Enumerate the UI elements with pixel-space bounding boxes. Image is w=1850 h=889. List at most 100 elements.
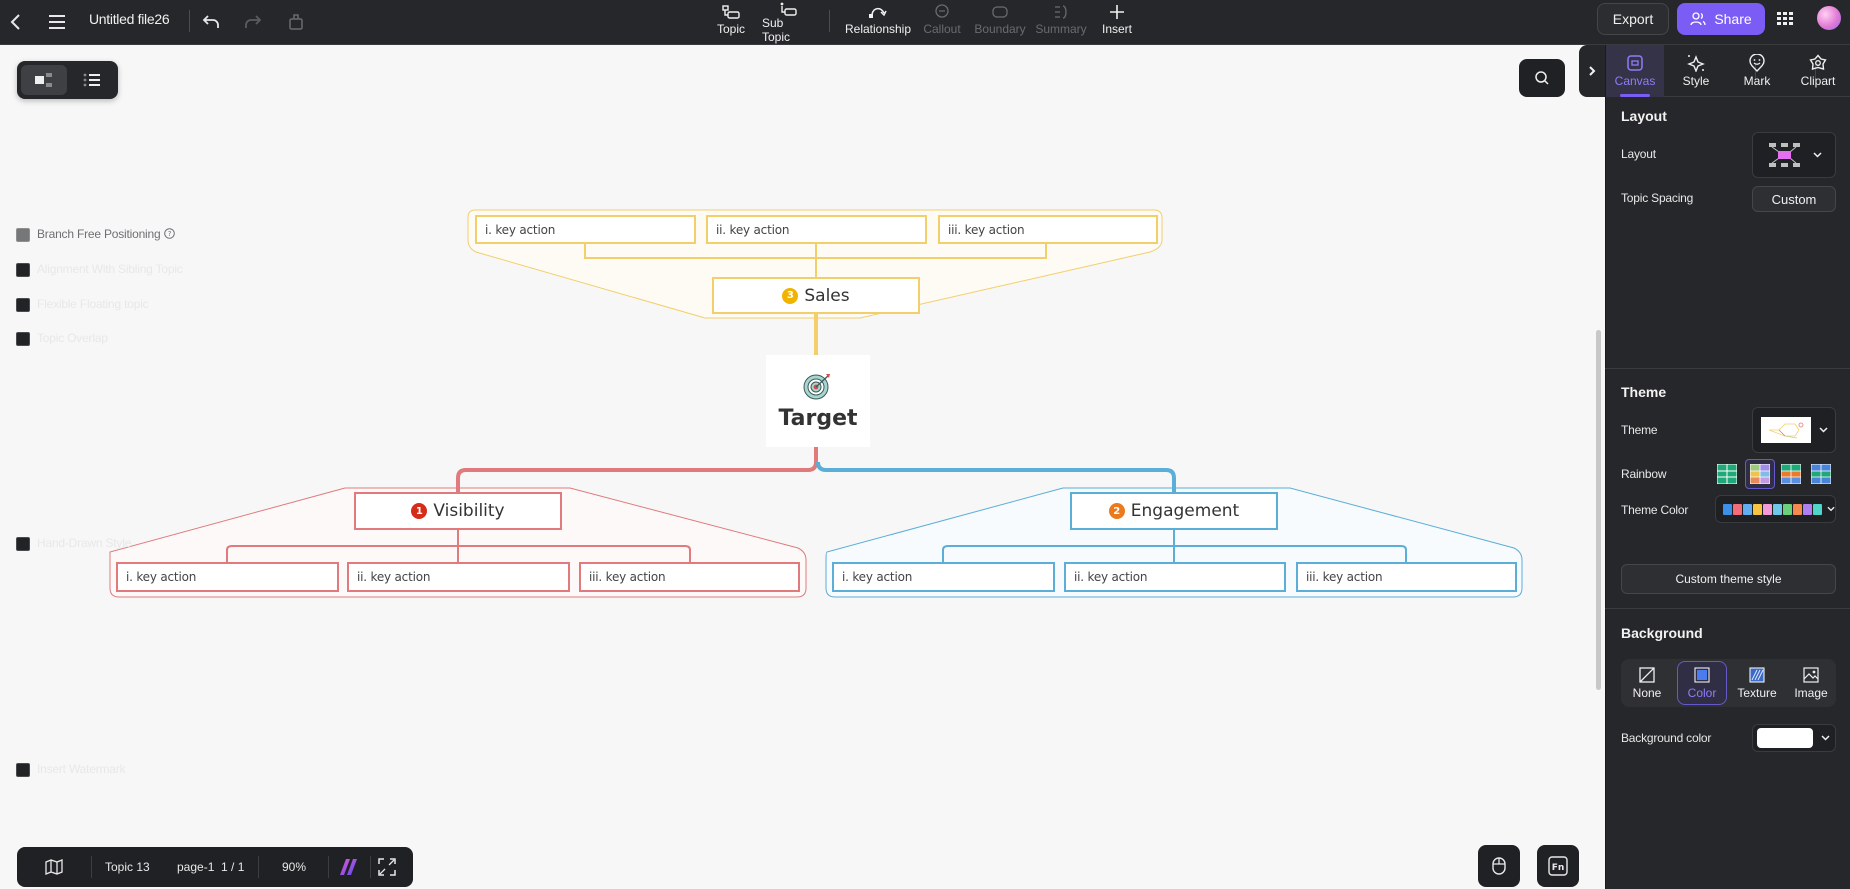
outline-list-icon [83, 73, 100, 87]
priority-1-icon: 1 [411, 503, 428, 519]
zoom-level[interactable]: 90% [282, 847, 306, 887]
subtopic-label: ii. key action [1074, 570, 1148, 584]
topic-label: Sales [804, 285, 850, 306]
visibility-topic[interactable]: 1 Visibility [354, 492, 562, 530]
theme-color-swatch-7 [1783, 503, 1792, 515]
theme-preview-icon [1760, 417, 1811, 443]
visibility-subtopic-3[interactable]: iii. key action [579, 562, 800, 592]
theme-color-swatch-4 [1753, 503, 1762, 515]
branch-free-positioning-label: Branch Free Positioning ? [37, 227, 175, 241]
insert-watermark-checkbox[interactable] [16, 763, 30, 777]
rainbow-option-1[interactable] [1715, 462, 1739, 486]
sparkle-icon [1687, 55, 1705, 72]
engagement-subtopic-3[interactable]: iii. key action [1296, 562, 1517, 592]
hand-drawn-label: Hand-Drawn Style [37, 536, 132, 550]
theme-color-swatch-8 [1793, 503, 1802, 515]
tab-label: Style [1682, 74, 1710, 88]
fullscreen-icon [378, 858, 396, 876]
theme-color-swatch-1 [1723, 503, 1732, 515]
topic-count: Topic 13 [105, 860, 150, 874]
tab-label: Clipart [1800, 74, 1836, 88]
theme-color-swatch-10 [1813, 503, 1822, 515]
tab-canvas[interactable]: Canvas [1606, 45, 1664, 97]
texture-icon [1749, 666, 1765, 683]
layout-dropdown[interactable] [1752, 132, 1836, 178]
topic-spacing-label: Topic Spacing [1621, 191, 1694, 205]
custom-theme-style-button[interactable]: Custom theme style [1621, 564, 1836, 594]
divider [370, 856, 371, 878]
share-button[interactable]: Share [1677, 3, 1765, 35]
topic-overlap-checkbox[interactable] [16, 332, 30, 346]
theme-color-swatch-6 [1773, 503, 1782, 515]
function-keys-button[interactable]: Fn [1537, 845, 1579, 887]
theme-color-swatch-9 [1803, 503, 1812, 515]
tab-style[interactable]: Style [1667, 45, 1725, 97]
engagement-subtopic-1[interactable]: i. key action [832, 562, 1055, 592]
canvas-scrollbar[interactable] [1596, 330, 1601, 690]
chevron-down-icon [1812, 152, 1822, 158]
theme-section-title: Theme [1621, 384, 1667, 400]
flexible-floating-checkbox[interactable] [16, 298, 30, 312]
chevron-down-icon [1827, 506, 1835, 512]
sales-subtopic-1[interactable]: i. key action [475, 215, 696, 244]
visibility-central-connector [456, 447, 818, 492]
tab-label: Canvas [1614, 74, 1656, 88]
rainbow-option-4[interactable] [1809, 462, 1833, 486]
apps-grid-button[interactable] [1776, 9, 1796, 29]
visibility-subtopic-2[interactable]: ii. key action [347, 562, 570, 592]
tab-clipart[interactable]: Clipart [1789, 45, 1847, 97]
export-button[interactable]: Export [1597, 3, 1669, 35]
mouse-mode-button[interactable] [1478, 845, 1520, 887]
users-icon [1690, 12, 1706, 26]
background-color-picker[interactable] [1752, 724, 1836, 752]
fullscreen-button[interactable] [378, 847, 396, 887]
clipart-flower-icon [1809, 54, 1827, 70]
page-label: page-1 [177, 860, 215, 874]
theme-dropdown[interactable] [1752, 407, 1836, 453]
hand-drawn-checkbox[interactable] [16, 537, 30, 551]
panel-tabs: Canvas Style Mark Clipart [1606, 45, 1850, 97]
help-icon: ? [163, 228, 175, 239]
layout-section-title: Layout [1621, 108, 1667, 124]
org-chart-layout-icon [1768, 143, 1800, 167]
central-topic[interactable]: Target [766, 355, 870, 447]
mindmap-view-button[interactable] [21, 65, 67, 95]
sales-subtopic-2[interactable]: ii. key action [706, 215, 927, 244]
tab-mark[interactable]: Mark [1728, 45, 1786, 97]
theme-color-dropdown[interactable] [1715, 495, 1836, 523]
ai-button[interactable] [338, 847, 358, 887]
user-avatar[interactable] [1817, 6, 1841, 30]
map-overview-button[interactable] [45, 847, 63, 887]
topic-spacing-button[interactable]: Custom [1752, 186, 1836, 212]
collapse-panel-button[interactable] [1579, 45, 1605, 97]
alignment-sibling-checkbox[interactable] [16, 263, 30, 277]
rainbow-grid-blue-icon [1811, 464, 1831, 484]
subtopic-label: iii. key action [948, 222, 1025, 237]
background-none-option[interactable]: None [1622, 661, 1672, 705]
divider [258, 856, 259, 878]
topic-overlap-label: Topic Overlap [37, 331, 108, 345]
svg-text:Fn: Fn [1552, 863, 1565, 873]
chevron-down-icon [1818, 427, 1828, 433]
subtopic-label: iii. key action [589, 570, 666, 584]
page-selector[interactable]: page-1 1 / 1 [177, 847, 244, 887]
engagement-topic[interactable]: 2 Engagement [1070, 492, 1278, 530]
engagement-subtopic-2[interactable]: ii. key action [1064, 562, 1286, 592]
outline-view-button[interactable] [69, 65, 115, 95]
chevron-right-icon [1589, 66, 1596, 76]
rainbow-label: Rainbow [1621, 467, 1667, 481]
rainbow-option-2[interactable] [1745, 459, 1775, 489]
background-color-option[interactable]: Color [1677, 661, 1727, 705]
visibility-subtopic-1[interactable]: i. key action [116, 562, 339, 592]
background-image-option[interactable]: Image [1786, 661, 1836, 705]
rainbow-option-3[interactable] [1779, 462, 1803, 486]
flexible-floating-label: Flexible Floating topic [37, 297, 149, 311]
sales-subtopic-3[interactable]: iii. key action [938, 215, 1158, 244]
background-texture-option[interactable]: Texture [1732, 661, 1782, 705]
search-icon [1535, 71, 1549, 85]
chevron-down-icon [1821, 735, 1830, 741]
search-button[interactable] [1519, 59, 1565, 97]
sales-topic[interactable]: 3 Sales [712, 277, 920, 314]
branch-free-positioning-checkbox[interactable] [16, 228, 30, 242]
canvas-icon [1627, 55, 1643, 71]
